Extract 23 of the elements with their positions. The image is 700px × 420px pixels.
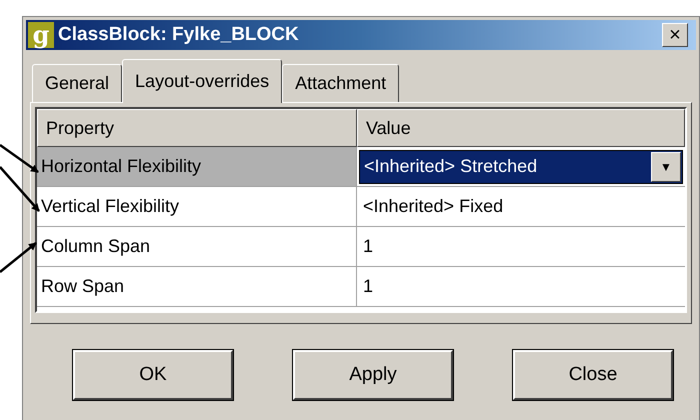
value-dropdown[interactable]: <Inherited> Stretched ▼ <box>359 150 683 184</box>
leader-arrow <box>0 242 37 273</box>
close-button[interactable]: × <box>662 23 688 47</box>
dropdown-value: <Inherited> Stretched <box>364 155 538 178</box>
dialog-button[interactable]: OK <box>73 350 233 400</box>
table-row[interactable]: Horizontal Flexibility <Inherited> Stretched ▼ <box>37 147 685 187</box>
dropdown-button[interactable]: ▼ <box>651 152 681 182</box>
table-row[interactable]: Column Span 1 <box>37 227 685 267</box>
table-cell-text: 1 <box>362 275 374 298</box>
column-header[interactable]: Property <box>37 109 357 147</box>
dialog-button[interactable]: Close <box>513 350 673 400</box>
table-row[interactable]: Row Span 1 <box>37 267 685 307</box>
app-logo: g <box>28 22 54 48</box>
table-cell: Horizontal Flexibility <box>37 147 357 186</box>
tab[interactable]: General <box>32 64 122 102</box>
column-header[interactable]: Value <box>357 109 685 147</box>
tab[interactable]: Attachment <box>282 64 400 102</box>
tab[interactable]: Layout-overrides <box>122 59 282 103</box>
table-row[interactable]: Vertical Flexibility <Inherited> Fixed <box>37 187 685 227</box>
table-cell-text: <Inherited> Fixed <box>362 195 504 218</box>
dialog-button[interactable]: Apply <box>293 350 453 400</box>
table-cell-text: 1 <box>362 235 374 258</box>
window-title: ClassBlock: Fylke_BLOCK <box>58 22 300 47</box>
